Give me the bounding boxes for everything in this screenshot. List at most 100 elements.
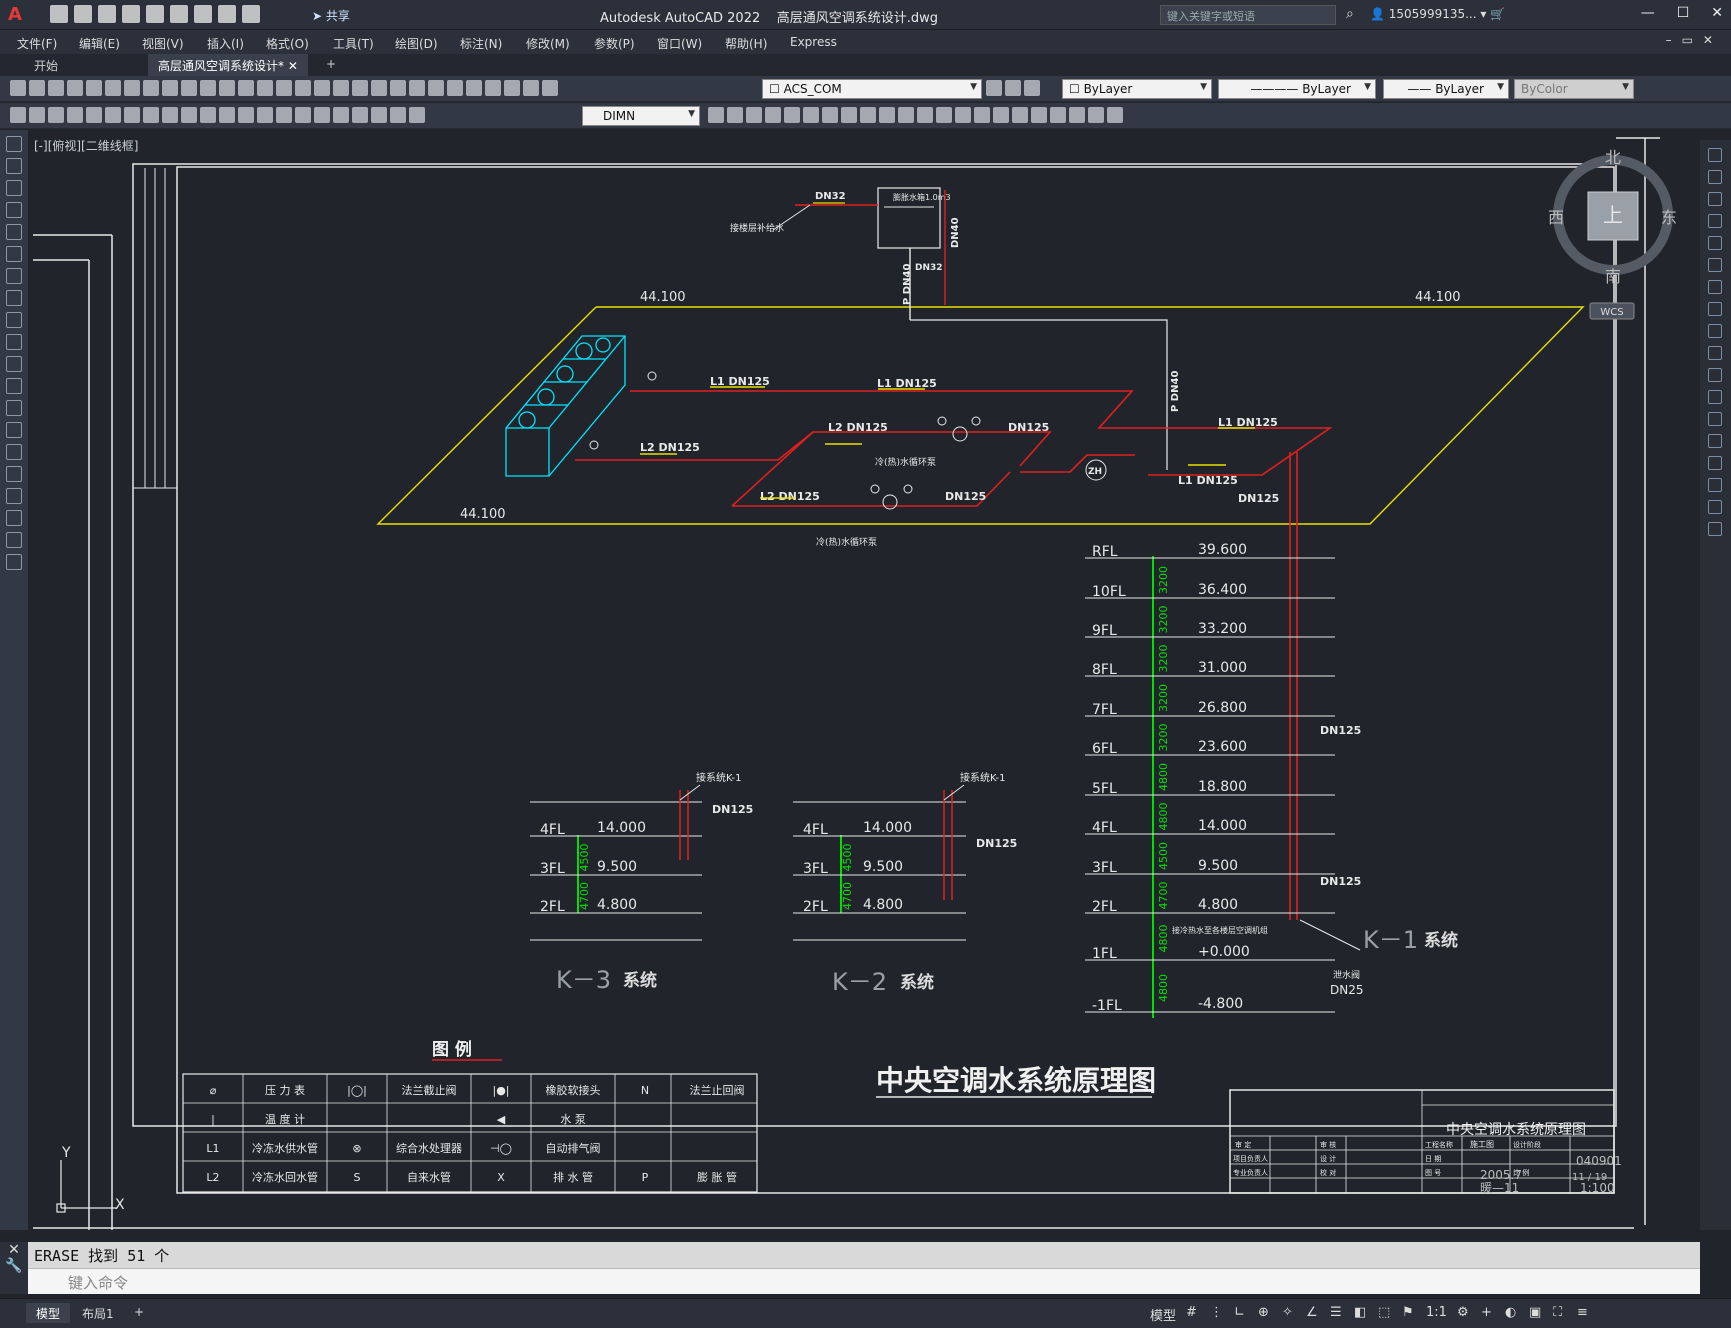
polyline-icon[interactable] (6, 180, 22, 196)
menu-parameters[interactable]: 参数(P) (594, 35, 635, 52)
annotation-scale-icon[interactable]: 1:1 (1426, 1305, 1447, 1324)
3d-dwf-icon[interactable] (124, 80, 140, 96)
polar-icon[interactable]: ⊕ (1258, 1305, 1272, 1324)
table-icon[interactable] (6, 510, 22, 526)
dim-edit-icon[interactable] (333, 107, 349, 123)
move-icon[interactable] (784, 107, 800, 123)
stretch-icon[interactable] (841, 107, 857, 123)
preview-icon[interactable] (86, 80, 102, 96)
menu-view[interactable]: 视图(V) (142, 35, 184, 52)
dim-baseline-icon[interactable] (181, 107, 197, 123)
offset-icon[interactable] (1708, 214, 1722, 228)
open-icon[interactable] (29, 80, 45, 96)
plotstyle-dropdown[interactable]: ByColor ▼ (1514, 79, 1634, 99)
close-icon[interactable]: ✕ (0, 1242, 28, 1258)
dim-aligned-icon[interactable] (29, 107, 45, 123)
dimstyle-dropdown[interactable]: DIMN ▼ (582, 106, 700, 126)
point-icon[interactable] (6, 422, 22, 438)
mtext-icon[interactable] (6, 532, 22, 548)
break-icon[interactable] (1708, 412, 1722, 426)
snap-icon[interactable]: ⋮ (1210, 1305, 1224, 1324)
break-at-point-icon[interactable] (1708, 390, 1722, 404)
open-icon[interactable] (74, 5, 92, 23)
maximize-button[interactable]: ☐ (1677, 5, 1690, 21)
dim-space-icon[interactable] (219, 107, 235, 123)
polygon-icon[interactable] (6, 202, 22, 218)
print-icon[interactable] (194, 5, 212, 23)
tab-start[interactable]: 开始 (24, 54, 144, 76)
make-block-icon[interactable] (1012, 107, 1028, 123)
construction-line-icon[interactable] (6, 158, 22, 174)
revcloud-icon[interactable] (6, 290, 22, 306)
dim-arc-icon[interactable] (48, 107, 64, 123)
undo-icon[interactable] (238, 80, 254, 96)
save-as-icon[interactable] (122, 5, 140, 23)
block-editor-icon[interactable] (219, 80, 235, 96)
quickcalc-icon[interactable] (447, 80, 463, 96)
dim-update-icon[interactable] (371, 107, 387, 123)
selection-cycling-icon[interactable]: ⬚ (1378, 1305, 1392, 1324)
gear-icon[interactable]: ⚙ (1457, 1305, 1471, 1324)
fillet-icon[interactable] (1708, 478, 1722, 492)
menu-dimension[interactable]: 标注(N) (460, 35, 502, 52)
viewcube[interactable]: 上 北 南 东 西 WCS (1548, 148, 1677, 320)
color-dropdown[interactable]: ☐ ByLayer ▼ (1062, 79, 1212, 99)
jogged-linear-icon[interactable] (314, 107, 330, 123)
sheet-set-icon[interactable] (409, 80, 425, 96)
dim-diameter-icon[interactable] (124, 107, 140, 123)
join-icon[interactable] (1708, 434, 1722, 448)
menu-format[interactable]: 格式(O) (266, 35, 309, 52)
save-icon[interactable] (48, 80, 64, 96)
chamfer-icon[interactable] (1708, 456, 1722, 470)
add-selected-icon[interactable] (6, 554, 22, 570)
dim-style-icon[interactable] (390, 107, 406, 123)
fullscreen-icon[interactable]: ⛶ (1553, 1305, 1567, 1324)
dim-text-edit-icon[interactable] (352, 107, 368, 123)
dim-angular-icon[interactable] (143, 107, 159, 123)
stretch-icon[interactable] (1708, 324, 1722, 338)
ellipse-icon[interactable] (6, 334, 22, 350)
tab-active-drawing[interactable]: 高层通风空调系统设计* ✕ (148, 54, 308, 76)
dim-break-icon[interactable] (238, 107, 254, 123)
minimize-button[interactable]: — (1641, 5, 1655, 21)
properties-icon[interactable] (352, 80, 368, 96)
tolerance-icon[interactable] (257, 107, 273, 123)
search-input[interactable]: 键入关键字或短语 (1160, 5, 1336, 25)
scale-icon[interactable] (822, 107, 838, 123)
command-input[interactable]: 键入命令 (28, 1268, 1700, 1294)
inspection-icon[interactable] (295, 107, 311, 123)
mirror-icon[interactable] (1708, 192, 1722, 206)
ellipse-arc-icon[interactable] (6, 356, 22, 372)
hatch-icon[interactable] (6, 444, 22, 460)
move-icon[interactable] (1708, 258, 1722, 272)
menu-window[interactable]: 窗口(W) (657, 35, 702, 52)
tool-palettes-icon[interactable] (390, 80, 406, 96)
tab-layout1[interactable]: 布局1 (72, 1303, 124, 1323)
zoom-previous-icon[interactable] (333, 80, 349, 96)
tab-add-button[interactable]: + (316, 54, 346, 76)
trim-icon[interactable] (860, 107, 876, 123)
menu-edit[interactable]: 编辑(E) (79, 35, 120, 52)
dim-continue-icon[interactable] (200, 107, 216, 123)
autocad-logo-icon[interactable]: A (8, 4, 28, 25)
linetype-dropdown[interactable]: ———— ByLayer ▼ (1218, 79, 1376, 99)
make-block-icon[interactable] (6, 400, 22, 416)
web-icon[interactable] (170, 5, 188, 23)
copy-icon[interactable] (708, 107, 724, 123)
circle-icon[interactable] (6, 268, 22, 284)
spline-icon[interactable] (6, 312, 22, 328)
layer-freeze-icon[interactable] (523, 80, 539, 96)
copy-icon[interactable] (162, 80, 178, 96)
transparency-icon[interactable]: ◧ (1354, 1305, 1368, 1324)
undo-icon[interactable] (218, 5, 236, 23)
publish-icon[interactable] (105, 80, 121, 96)
lineweight-icon[interactable]: ☰ (1330, 1305, 1344, 1324)
share-button[interactable]: ➤ 共享 (312, 7, 350, 24)
explode-icon[interactable] (974, 107, 990, 123)
hyperlink-icon[interactable] (1107, 107, 1123, 123)
line-icon[interactable] (6, 136, 22, 152)
dim-linear-icon[interactable] (10, 107, 26, 123)
offset-icon[interactable] (746, 107, 762, 123)
gradient-icon[interactable] (6, 466, 22, 482)
plus-icon[interactable]: + (1481, 1305, 1495, 1324)
